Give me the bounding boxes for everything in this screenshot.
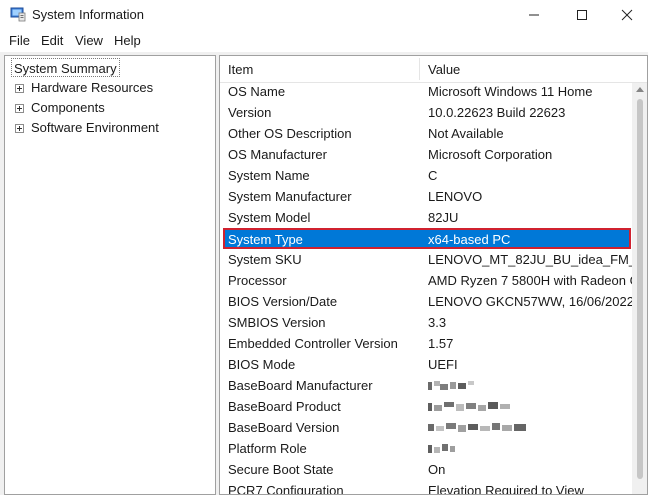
table-row[interactable]: System Name C — [220, 165, 632, 186]
row-item: Processor — [228, 273, 287, 288]
table-row[interactable]: Other OS Description Not Available — [220, 123, 632, 144]
table-row[interactable]: BaseBoard Product — [220, 396, 632, 417]
table-row[interactable]: SMBIOS Version 3.3 — [220, 312, 632, 333]
row-item: Other OS Description — [228, 126, 352, 141]
table-row-selected[interactable]: System Type x64-based PC — [223, 228, 631, 249]
row-value: Microsoft Corporation — [428, 147, 553, 162]
close-button[interactable] — [604, 0, 648, 30]
redacted-value-icon — [428, 444, 455, 453]
row-value: UEFI — [428, 357, 458, 372]
vertical-scrollbar[interactable] — [632, 83, 647, 494]
row-value: 1.57 — [428, 336, 454, 351]
table-row[interactable]: System Model 82JU — [220, 207, 632, 228]
row-item: System Manufacturer — [228, 189, 352, 204]
table-row[interactable]: BaseBoard Version — [220, 417, 632, 438]
row-item: Secure Boot State — [228, 462, 334, 477]
row-item: System Type — [228, 232, 303, 247]
table-row[interactable]: Secure Boot State On — [220, 459, 632, 480]
row-item: BIOS Mode — [228, 357, 296, 372]
row-item: SMBIOS Version — [228, 315, 326, 330]
row-value: Microsoft Windows 11 Home — [428, 84, 593, 99]
category-tree: System Summary Hardware Resources Compon… — [4, 55, 216, 495]
tree-item-label: Hardware Resources — [31, 80, 154, 95]
row-item: PCR7 Configuration — [228, 483, 344, 495]
row-value: On — [428, 462, 446, 477]
row-item: Platform Role — [228, 441, 307, 456]
menu-edit[interactable]: Edit — [41, 33, 63, 48]
scroll-up-arrow-icon[interactable] — [636, 87, 644, 92]
menu-bar: File Edit View Help — [0, 30, 648, 52]
table-row[interactable]: Platform Role — [220, 438, 632, 459]
tree-item-system-summary[interactable]: System Summary — [11, 58, 120, 77]
table-row[interactable]: OS Name Microsoft Windows 11 Home — [220, 81, 632, 102]
row-item: BaseBoard Manufacturer — [228, 378, 373, 393]
row-value: LENOVO — [428, 189, 483, 204]
row-item: Embedded Controller Version — [228, 336, 398, 351]
tree-item-label: Software Environment — [31, 120, 159, 135]
row-item: OS Name — [228, 84, 286, 99]
row-value: LENOVO GKCN57WW, 16/06/2022 — [428, 294, 632, 309]
menu-help[interactable]: Help — [114, 33, 141, 48]
row-item: OS Manufacturer — [228, 147, 327, 162]
row-item: BIOS Version/Date — [228, 294, 338, 309]
maximize-button[interactable] — [559, 0, 605, 30]
expand-icon[interactable] — [15, 104, 24, 113]
table-row[interactable]: OS Manufacturer Microsoft Corporation — [220, 144, 632, 165]
table-row[interactable]: BIOS Mode UEFI — [220, 354, 632, 375]
row-item: Version — [228, 105, 272, 120]
title-bar: System Information — [0, 0, 648, 30]
column-divider[interactable] — [419, 58, 420, 80]
menu-file[interactable]: File — [9, 33, 30, 48]
row-item: System Model — [228, 210, 311, 225]
table-row[interactable]: BaseBoard Manufacturer — [220, 375, 632, 396]
tree-item-label: Components — [31, 100, 105, 115]
row-value: Elevation Required to View — [428, 483, 584, 495]
column-header-value[interactable]: Value — [428, 62, 460, 77]
row-value: AMD Ryzen 7 5800H with Radeon G — [428, 273, 632, 288]
table-row[interactable]: Embedded Controller Version 1.57 — [220, 333, 632, 354]
column-header: Item Value — [220, 56, 647, 83]
row-value: C — [428, 168, 438, 183]
redacted-value-icon — [428, 381, 474, 390]
row-value: 3.3 — [428, 315, 447, 330]
table-row[interactable]: PCR7 Configuration Elevation Required to… — [220, 480, 632, 495]
row-value: x64-based PC — [428, 232, 511, 247]
table-row[interactable]: Version 10.0.22623 Build 22623 — [220, 102, 632, 123]
minimize-button[interactable] — [511, 0, 557, 30]
details-list: Item Value OS Name Microsoft Windows 11 … — [219, 55, 648, 495]
table-row[interactable]: System Manufacturer LENOVO — [220, 186, 632, 207]
table-row[interactable]: System SKU LENOVO_MT_82JU_BU_idea_FM_Leg — [220, 249, 632, 270]
redacted-value-icon — [428, 402, 510, 411]
row-item: BaseBoard Version — [228, 420, 340, 435]
expand-icon[interactable] — [15, 124, 24, 133]
close-icon — [621, 9, 633, 21]
row-item: System SKU — [228, 252, 302, 267]
expand-icon[interactable] — [15, 84, 24, 93]
column-header-item[interactable]: Item — [228, 62, 253, 77]
row-value: 82JU — [428, 210, 459, 225]
row-item: System Name — [228, 168, 310, 183]
maximize-icon — [577, 10, 587, 20]
row-value: LENOVO_MT_82JU_BU_idea_FM_Leg — [428, 252, 632, 267]
minimize-icon — [529, 14, 539, 16]
row-value: 10.0.22623 Build 22623 — [428, 105, 566, 120]
table-row[interactable]: BIOS Version/Date LENOVO GKCN57WW, 16/06… — [220, 291, 632, 312]
table-row[interactable]: Processor AMD Ryzen 7 5800H with Radeon … — [220, 270, 632, 291]
window-title: System Information — [32, 7, 144, 22]
menu-view[interactable]: View — [75, 33, 103, 48]
system-information-icon — [10, 7, 26, 22]
scroll-thumb[interactable] — [637, 99, 643, 479]
row-item: BaseBoard Product — [228, 399, 341, 414]
row-value: Not Available — [428, 126, 504, 141]
redacted-value-icon — [428, 423, 526, 432]
